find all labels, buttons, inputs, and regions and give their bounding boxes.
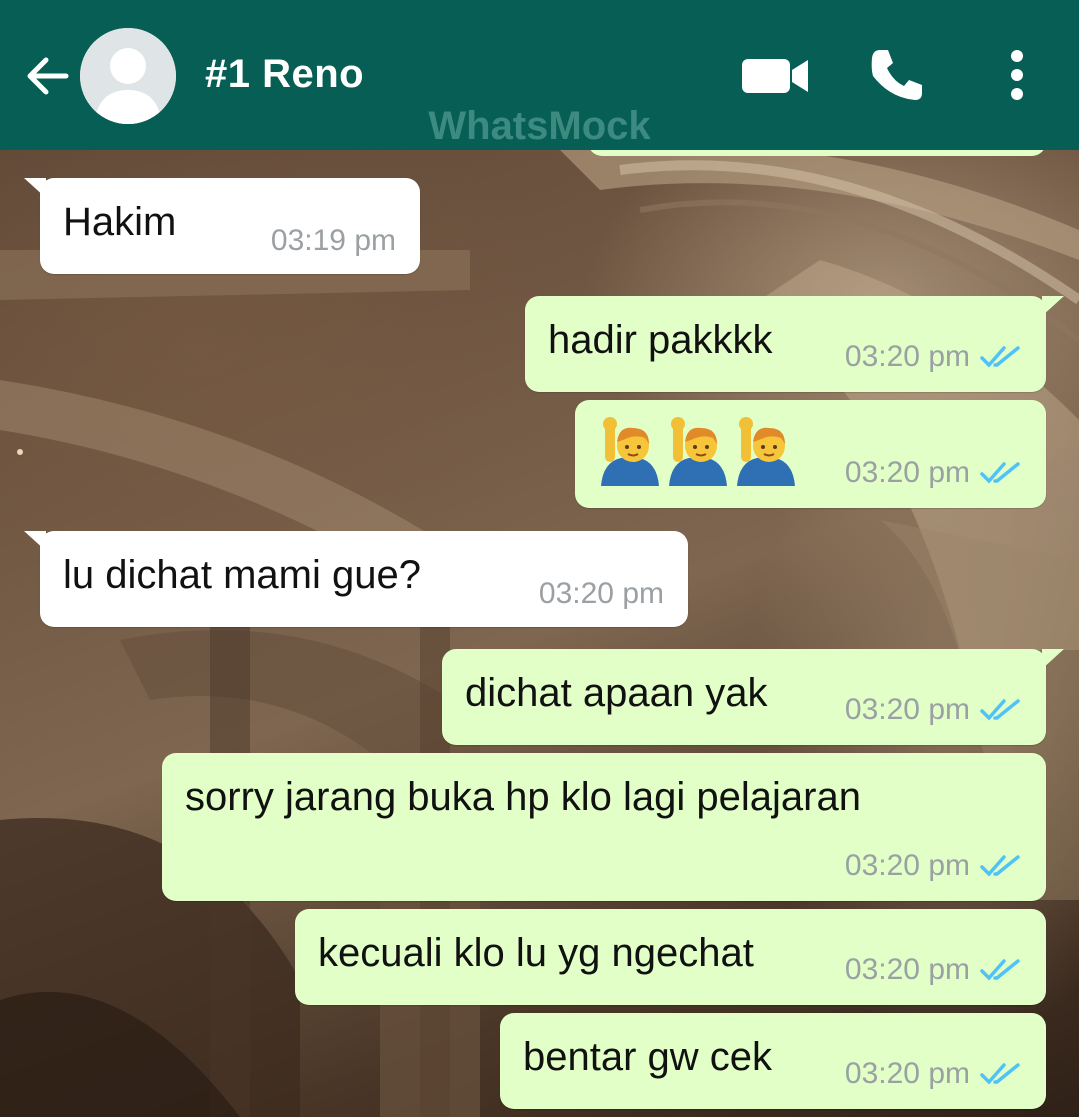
message-time: 03:20 pm [844,1057,970,1090]
message-text: bentar gw cek [523,1035,773,1079]
bubble-tail [1042,649,1064,669]
back-arrow-icon[interactable] [22,50,74,102]
bubble-tail [24,531,46,551]
contact-name[interactable]: #1 Reno [205,52,364,97]
message-outgoing[interactable]: dichat apaan yak 03:20 pm [442,649,1064,745]
emoji-row [599,416,797,486]
message-outgoing[interactable]: sorry jarang buka hp klo lagi pelajaran … [162,753,1046,901]
double-check-read-icon [980,462,1020,484]
message-text: Hakim [63,200,177,244]
message-time: 03:20 pm [538,577,664,610]
message-outgoing[interactable]: hadir pakkkk 03:20 pm [525,296,1064,392]
double-check-read-icon [980,855,1020,877]
message-text: sorry jarang buka hp klo lagi pelajaran [185,775,861,819]
chat-header: #1 Reno WhatsMock [0,0,1079,150]
message-text: kecuali klo lu yg ngechat [318,931,754,975]
man-raising-hand-emoji-icon [669,417,727,486]
double-check-read-icon [980,346,1020,368]
message-outgoing[interactable]: kecuali klo lu yg ngechat 03:20 pm [295,909,1046,1005]
message-time: 03:19 pm [270,224,396,257]
message-time: 03:20 pm [844,693,970,726]
message-meta: 03:20 pm [845,456,1022,490]
message-meta: 03:20 pm [845,953,1022,987]
more-options-icon[interactable] [995,44,1039,106]
watermark: WhatsMock [428,104,651,148]
message-meta: 03:20 pm [539,577,664,611]
message-incoming[interactable]: Hakim 03:19 pm [24,178,420,274]
message-meta: 03:20 pm [845,340,1022,374]
double-check-read-icon [980,1063,1020,1085]
message-meta: 03:20 pm [845,849,1022,883]
message-meta: 03:20 pm [845,1057,1022,1091]
message-outgoing[interactable]: bentar gw cek 03:20 pm [500,1013,1046,1109]
message-meta: 03:20 pm [845,693,1022,727]
message-incoming[interactable]: lu dichat mami gue? 03:20 pm [24,531,688,627]
message-text: dichat apaan yak [465,671,768,715]
phone-call-icon[interactable] [866,44,928,106]
man-raising-hand-emoji-icon [601,417,659,486]
message-text: lu dichat mami gue? [63,553,421,597]
bubble-tail [1042,296,1064,316]
message-time: 03:20 pm [844,849,970,882]
message-meta: 03:19 pm [271,224,396,258]
message-time: 03:20 pm [844,456,970,489]
double-check-read-icon [980,699,1020,721]
man-raising-hand-emoji-icon [737,417,795,486]
double-check-read-icon [980,959,1020,981]
message-text: hadir pakkkk [548,318,773,362]
message-time: 03:20 pm [844,340,970,373]
bubble-tail [24,178,46,198]
video-call-icon[interactable] [740,44,812,106]
message-outgoing-emoji[interactable]: 03:20 pm [575,400,1046,508]
message-time: 03:20 pm [844,953,970,986]
